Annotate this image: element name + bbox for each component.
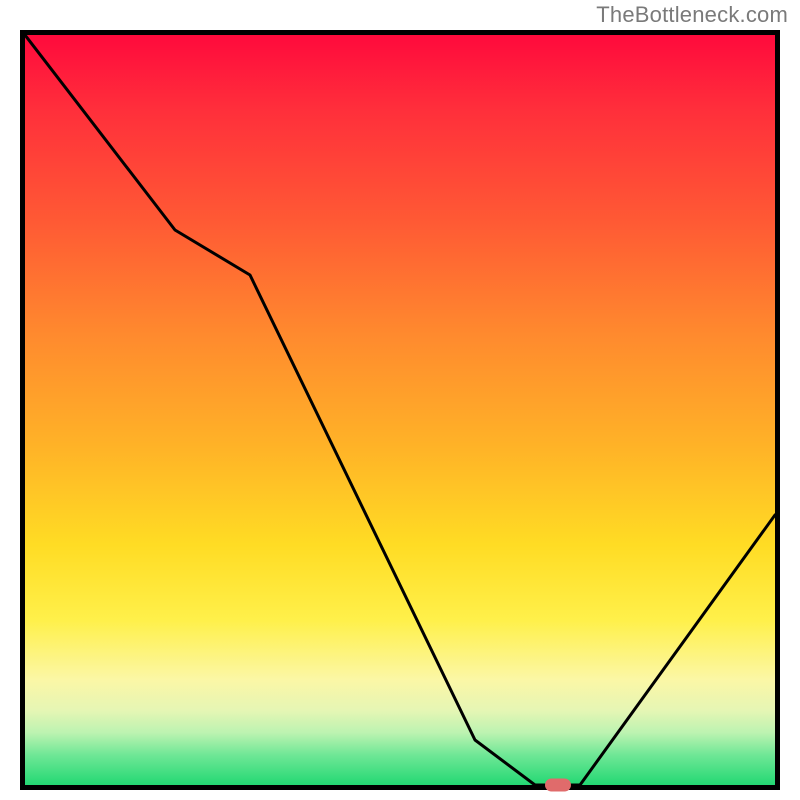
chart-minimum-marker [545, 779, 571, 792]
watermark-text: TheBottleneck.com [596, 2, 788, 28]
chart-frame [20, 30, 780, 790]
chart-line-series [25, 35, 775, 785]
